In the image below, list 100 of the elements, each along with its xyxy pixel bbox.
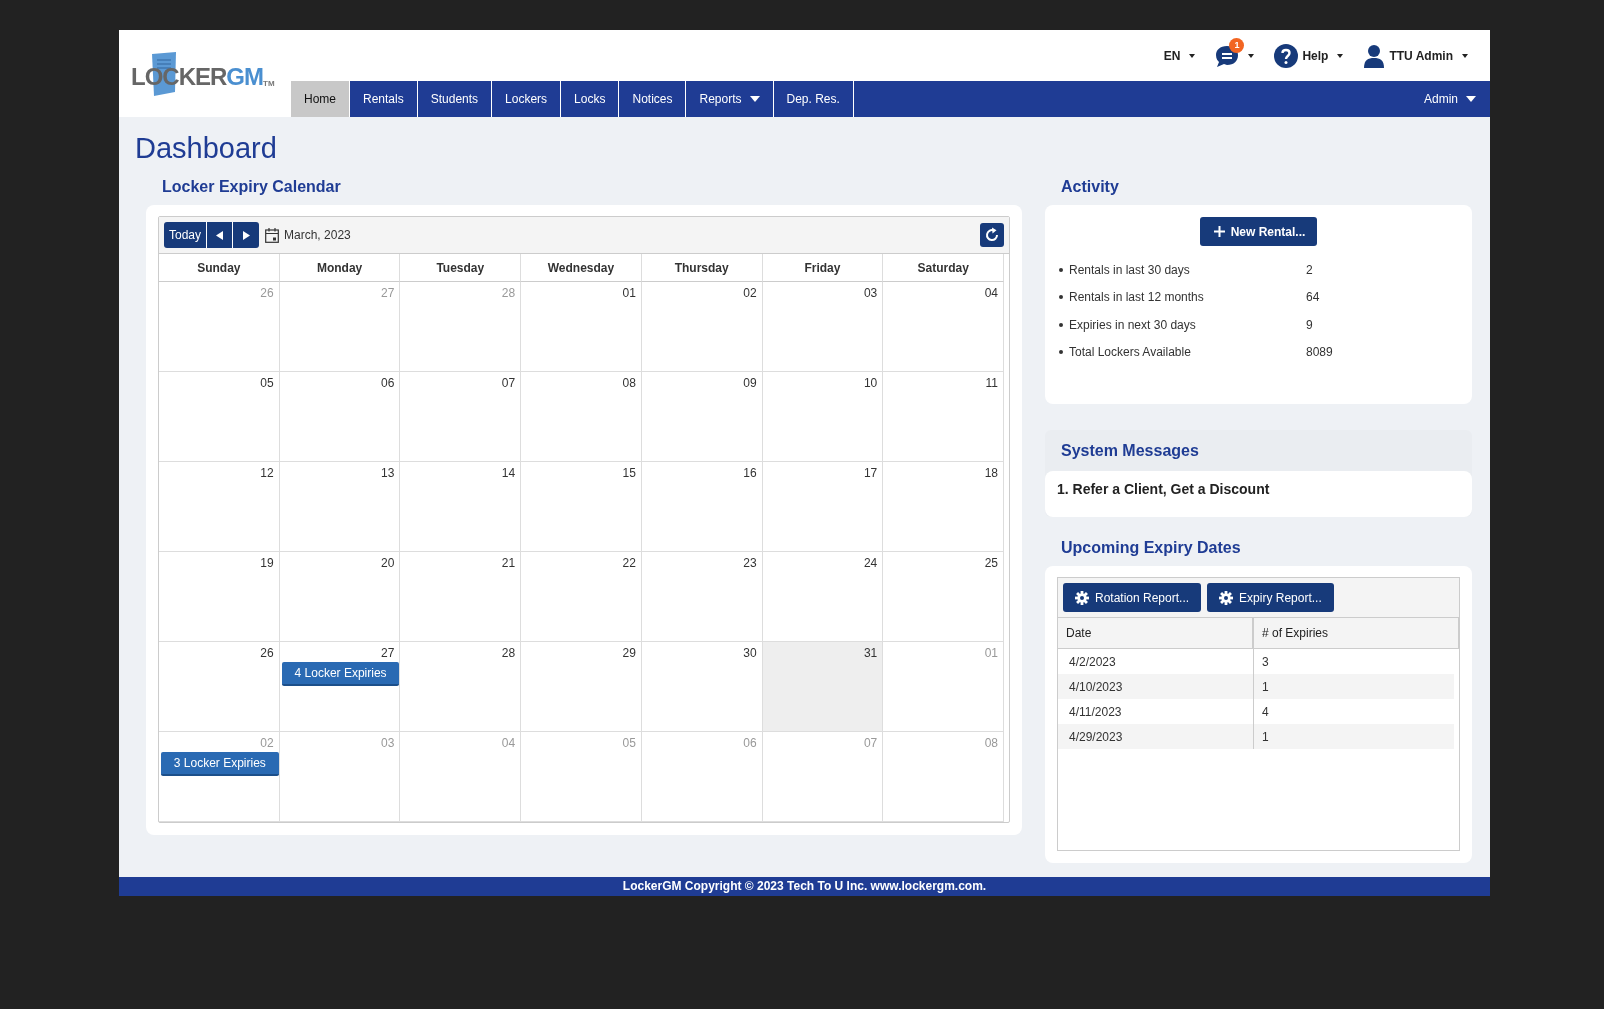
report-button[interactable]: Expiry Report...	[1207, 583, 1334, 612]
day-cell[interactable]: 09	[641, 372, 763, 462]
page-title: Dashboard	[135, 132, 278, 166]
day-number: 28	[500, 285, 517, 300]
new-rental-button[interactable]: New Rental...	[1199, 217, 1318, 246]
nav-tab[interactable]: Reports	[686, 81, 774, 117]
table-cell-text: 4/2/2023	[1068, 653, 1117, 671]
day-number: 01	[621, 285, 637, 300]
plus-icon	[1213, 226, 1225, 237]
column-header[interactable]: # of Expiries	[1253, 618, 1459, 648]
day-number: 07	[862, 735, 879, 750]
day-cell[interactable]: 25	[883, 552, 1004, 642]
help-menu[interactable]: Help	[1302, 48, 1329, 63]
day-number: 31	[862, 645, 879, 660]
day-number: 08	[983, 735, 999, 750]
day-cell[interactable]: 22	[521, 552, 642, 642]
user-menu[interactable]: TTU Admin	[1389, 48, 1453, 63]
day-number: 02	[742, 285, 758, 300]
day-cell[interactable]: 02	[641, 282, 763, 372]
nav-tab[interactable]: Lockers	[492, 81, 562, 117]
weekday-header: Wednesday	[521, 254, 642, 282]
bullet-icon	[1059, 350, 1063, 355]
section-title: Activity	[1061, 178, 1120, 197]
table-cell-text: 4/11/2023	[1068, 703, 1123, 721]
day-number: 03	[380, 735, 396, 750]
nav-tab[interactable]: Locks	[561, 81, 620, 117]
previous-button[interactable]	[207, 222, 234, 248]
day-cell[interactable]: 18	[883, 462, 1004, 552]
stat-label: Rentals in last 30 days	[1069, 262, 1191, 277]
day-cell[interactable]: 03	[762, 282, 884, 372]
day-cell[interactable]: 04	[883, 282, 1004, 372]
day-number: 27	[380, 645, 396, 660]
day-cell[interactable]: 19	[159, 552, 280, 642]
day-cell[interactable]: 28	[400, 642, 522, 732]
calendar-event[interactable]: 4 Locker Expiries	[281, 662, 400, 686]
day-cell[interactable]: 13	[279, 462, 401, 552]
day-cell[interactable]: 29	[521, 642, 642, 732]
section-title: Upcoming Expiry Dates	[1061, 539, 1242, 558]
day-cell[interactable]: 08	[521, 372, 642, 462]
day-cell[interactable]: 16	[641, 462, 763, 552]
language-menu[interactable]: EN	[1163, 48, 1196, 63]
stat-label: Expiries in next 30 days	[1069, 317, 1197, 332]
day-cell[interactable]: 15	[521, 462, 642, 552]
day-number: 11	[984, 375, 999, 390]
bullet-icon	[1059, 322, 1063, 327]
next-button[interactable]	[233, 222, 260, 248]
month-label: March, 2023	[284, 228, 351, 242]
stat-label: Rentals in last 12 months	[1069, 290, 1205, 305]
weekday-header: Tuesday	[400, 254, 522, 282]
day-cell[interactable]: 17	[762, 462, 884, 552]
day-cell[interactable]: 01	[521, 282, 642, 372]
day-number: 13	[380, 465, 396, 480]
table-cell-text: 4/10/2023	[1068, 678, 1124, 696]
nav-tab[interactable]: Notices	[619, 81, 687, 117]
day-cell[interactable]: 06	[279, 372, 401, 462]
day-number: 06	[742, 735, 758, 750]
day-cell[interactable]: 20	[279, 552, 401, 642]
day-number: 27	[380, 285, 396, 300]
day-cell[interactable]: 12	[159, 462, 280, 552]
day-number: 08	[621, 375, 637, 390]
day-cell[interactable]: 27 4 Locker Expiries	[279, 642, 401, 732]
day-number: 21	[500, 555, 517, 570]
day-cell[interactable]: 26	[159, 642, 280, 732]
day-number: 19	[259, 555, 275, 570]
admin-menu[interactable]: Admin	[1424, 81, 1490, 117]
day-cell[interactable]: 07	[400, 372, 522, 462]
weekday-header: Monday	[279, 254, 401, 282]
stat-value: 8089	[1306, 345, 1333, 360]
day-cell[interactable]: 31	[762, 642, 884, 732]
day-number: 23	[742, 555, 758, 570]
day-cell[interactable]: 10	[762, 372, 884, 462]
day-cell[interactable]: 02 3 Locker Expiries	[159, 732, 280, 822]
day-cell[interactable]: 11	[883, 372, 1004, 462]
help-icon[interactable]	[1274, 43, 1299, 68]
day-cell[interactable]: 23	[641, 552, 763, 642]
day-number: 05	[259, 375, 275, 390]
day-number: 02	[259, 735, 275, 750]
column-header[interactable]: Date	[1058, 618, 1253, 648]
nav-tab[interactable]: Home	[291, 81, 350, 117]
calendar-icon	[265, 227, 280, 243]
today-button[interactable]: Today	[164, 222, 208, 248]
day-number: 16	[742, 465, 758, 480]
stat-value: 2	[1306, 262, 1313, 277]
day-number: 03	[862, 285, 879, 300]
day-number: 09	[742, 375, 758, 390]
gear-icon	[1075, 590, 1089, 605]
nav-tab[interactable]: Rentals	[350, 81, 418, 117]
day-cell[interactable]: 30	[641, 642, 763, 732]
calendar-event[interactable]: 3 Locker Expiries	[161, 752, 279, 776]
report-button[interactable]: Rotation Report...	[1063, 583, 1202, 612]
day-cell[interactable]: 05	[159, 372, 280, 462]
day-cell[interactable]: 21	[400, 552, 522, 642]
nav-tab[interactable]: Dep. Res.	[773, 81, 854, 117]
bullet-icon	[1059, 295, 1063, 300]
nav-tab[interactable]: Students	[417, 81, 493, 117]
day-number: 10	[862, 375, 879, 390]
day-cell[interactable]: 14	[400, 462, 522, 552]
refresh-button[interactable]	[980, 223, 1004, 247]
day-number: 01	[983, 645, 999, 660]
stat-value: 9	[1306, 317, 1313, 332]
